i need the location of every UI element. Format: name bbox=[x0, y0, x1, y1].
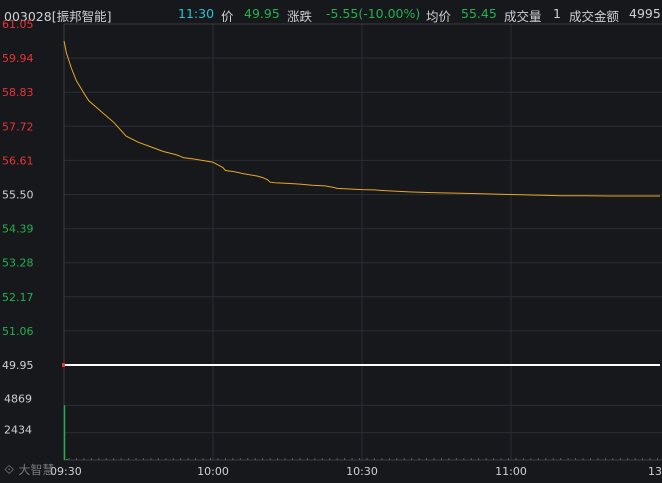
volume-tick-label: 2434 bbox=[4, 424, 32, 437]
price-tick-label: 49.95 bbox=[2, 359, 34, 372]
price-tick-label: 61.05 bbox=[2, 18, 34, 31]
time-tick-label: 10:30 bbox=[346, 465, 378, 478]
price-tick-label: 51.06 bbox=[2, 325, 34, 338]
price-tick-label: 56.61 bbox=[2, 154, 34, 167]
time-tick-label: 13: bbox=[648, 465, 662, 478]
watermark-logo: ⟐ 大智慧 bbox=[4, 461, 54, 478]
time-tick-label: 11:00 bbox=[495, 465, 527, 478]
time-tick-label: 10:00 bbox=[197, 465, 229, 478]
price-start-marker bbox=[62, 363, 65, 367]
price-tick-label: 55.50 bbox=[2, 189, 34, 202]
price-tick-label: 59.94 bbox=[2, 52, 34, 65]
time-tick-label: 09:30 bbox=[50, 465, 82, 478]
price-tick-label: 54.39 bbox=[2, 223, 34, 236]
watermark-text: 大智慧 bbox=[18, 463, 55, 477]
volume-tick-label: 4869 bbox=[4, 392, 32, 405]
price-tick-label: 57.72 bbox=[2, 120, 34, 133]
price-tick-label: 52.17 bbox=[2, 291, 34, 304]
price-tick-label: 53.28 bbox=[2, 257, 34, 270]
intraday-chart[interactable]: 61.05 59.94 58.83 57.72 56.61 55.50 54.39 53.28… bbox=[0, 0, 662, 483]
price-tick-label: 58.83 bbox=[2, 86, 34, 99]
watermark-icon: ⟐ bbox=[4, 463, 19, 478]
